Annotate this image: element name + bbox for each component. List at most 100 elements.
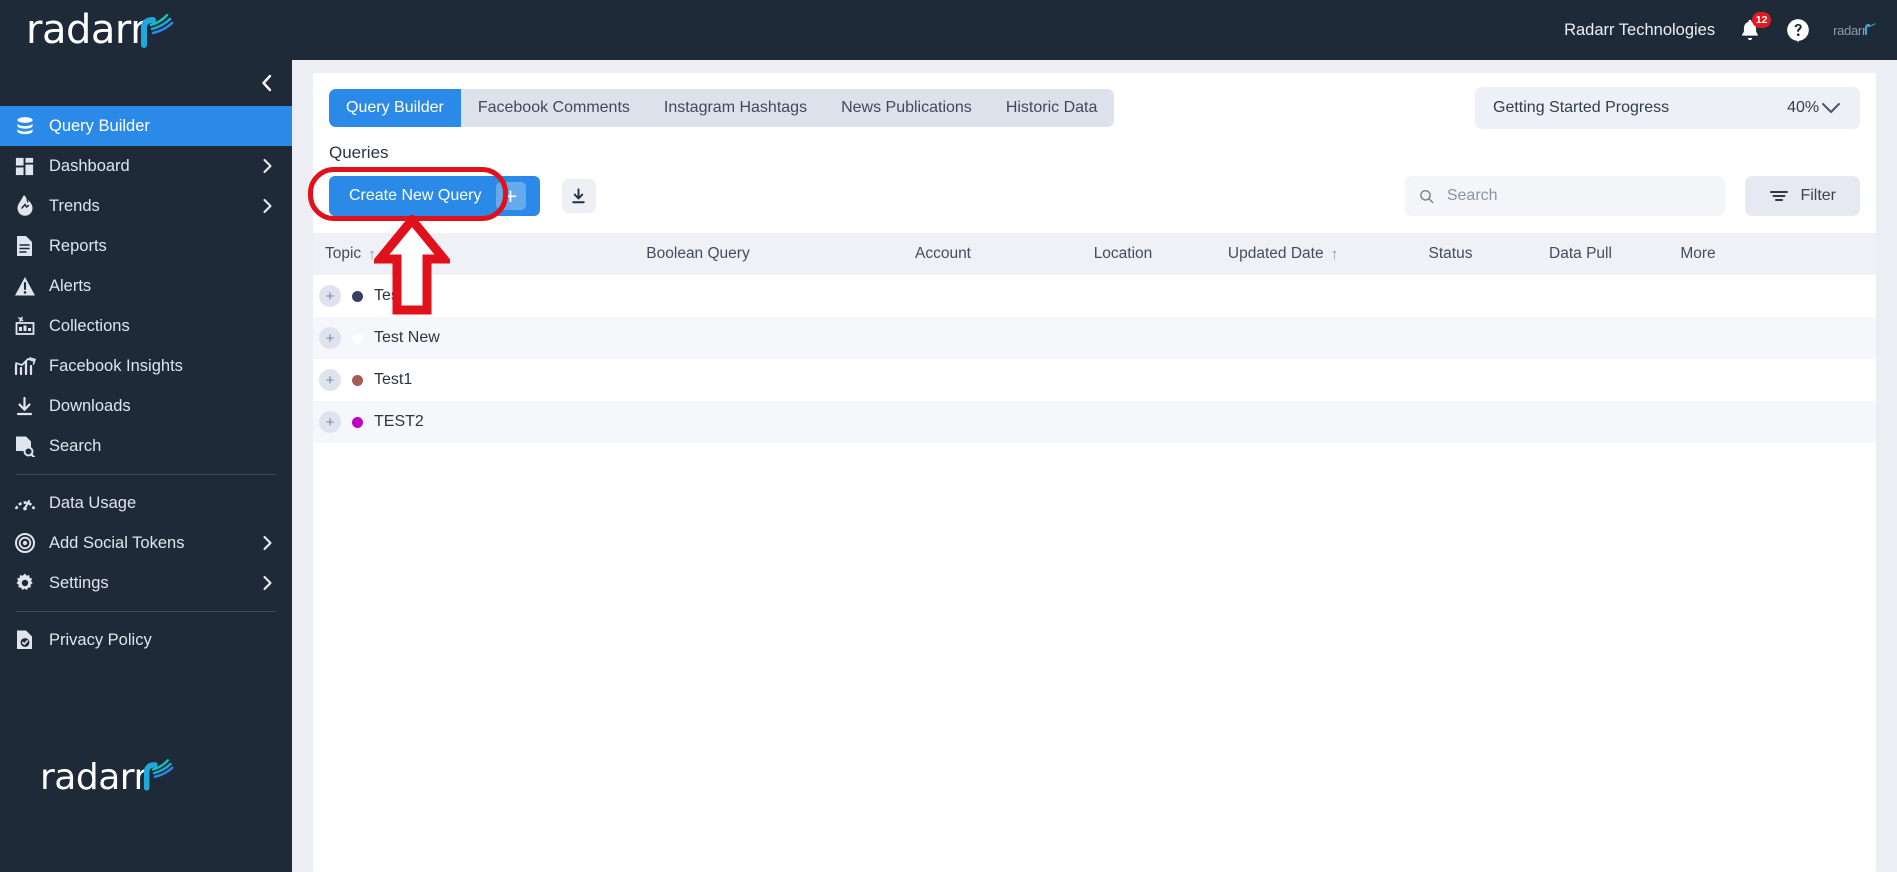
radarr-signal-footer-icon	[143, 759, 176, 796]
sidebar-item-search[interactable]: Search	[0, 426, 292, 466]
chevron-right-icon[interactable]	[260, 575, 274, 591]
column-header-label: Updated Date	[1227, 245, 1324, 262]
radarr-signal-icon	[140, 10, 176, 50]
brand-logo[interactable]: radarr	[26, 10, 176, 50]
table-row[interactable]: + Test New	[313, 317, 1876, 359]
chevron-right-icon[interactable]	[260, 535, 274, 551]
download-icon	[13, 395, 36, 418]
column-header-more[interactable]: More	[1643, 245, 1753, 263]
row-expand-button[interactable]: +	[319, 327, 341, 349]
export-download-button[interactable]	[561, 179, 596, 213]
sidebar-item-label: Alerts	[49, 276, 92, 295]
table-row[interactable]: + TEST2	[313, 401, 1876, 443]
search-box[interactable]	[1405, 176, 1726, 216]
gauge-icon	[13, 492, 36, 515]
warning-icon	[13, 275, 36, 298]
brand-logo-text: radarr	[26, 7, 147, 53]
sidebar-item-trends[interactable]: Trends	[0, 186, 292, 226]
sidebar-collapse-row	[0, 60, 292, 106]
column-header-label: Topic	[325, 245, 362, 262]
cell-topic: + TEST2	[313, 411, 573, 433]
topic-color-dot	[352, 332, 363, 344]
sidebar-item-data-usage[interactable]: Data Usage	[0, 483, 292, 523]
sidebar-item-query-builder[interactable]: Query Builder	[0, 106, 292, 146]
target-icon	[13, 532, 36, 555]
header-mini-logo: radarr	[1833, 23, 1877, 38]
sidebar-item-add-social-tokens[interactable]: Add Social Tokens	[0, 523, 292, 563]
shield-doc-icon	[13, 629, 36, 652]
table-row[interactable]: + Test1	[313, 359, 1876, 401]
topic-name: TEST2	[374, 413, 424, 430]
filter-button[interactable]: Filter	[1745, 176, 1860, 216]
sort-ascending-icon[interactable]: ↑	[368, 246, 376, 263]
column-header-label: Status	[1428, 245, 1473, 262]
column-header-account[interactable]: Account	[823, 245, 1063, 263]
file-search-icon	[13, 435, 36, 458]
create-new-query-label: Create New Query	[349, 187, 482, 204]
column-header-location[interactable]: Location	[1063, 245, 1183, 263]
column-header-data-pull[interactable]: Data Pull	[1518, 245, 1643, 263]
sidebar-item-privacy-policy[interactable]: Privacy Policy	[0, 620, 292, 660]
sidebar-divider	[16, 474, 276, 475]
page-title: Queries	[329, 143, 389, 162]
download-icon	[572, 187, 585, 203]
gear-icon	[13, 572, 36, 595]
tab-historic-data[interactable]: Historic Data	[989, 89, 1115, 127]
help-button[interactable]	[1785, 17, 1811, 43]
sidebar-footer-logo: radarr	[0, 759, 292, 796]
collections-icon	[13, 315, 36, 338]
header-mini-logo-text: radarr	[1833, 22, 1866, 38]
cell-topic: + Test	[313, 285, 573, 307]
sidebar-item-label: Dashboard	[49, 156, 130, 175]
chevron-right-icon[interactable]	[260, 158, 274, 174]
sidebar-item-facebook-insights[interactable]: Facebook Insights	[0, 346, 292, 386]
getting-started-progress[interactable]: Getting Started Progress 40%	[1475, 87, 1860, 129]
sort-ascending-icon[interactable]: ↑	[1331, 246, 1339, 263]
tabs-row: Query Builder Facebook Comments Instagram …	[313, 73, 1876, 129]
column-header-status[interactable]: Status	[1383, 245, 1518, 263]
tab-bar: Query Builder Facebook Comments Instagram …	[329, 89, 1115, 127]
org-name: Radarr Technologies	[1564, 20, 1716, 39]
grid-icon	[13, 155, 36, 178]
topic-color-dot	[352, 374, 363, 386]
sidebar-item-label: Query Builder	[49, 116, 150, 135]
column-header-label: Boolean Query	[646, 245, 750, 262]
sidebar-item-reports[interactable]: Reports	[0, 226, 292, 266]
top-header: radarr Radarr Technologies 12 radarr	[0, 0, 1897, 60]
notifications-button[interactable]: 12	[1737, 12, 1772, 43]
sidebar-item-downloads[interactable]: Downloads	[0, 386, 292, 426]
column-header-updated-date[interactable]: Updated Date ↑	[1183, 245, 1383, 263]
search-input[interactable]	[1446, 187, 1712, 205]
tab-instagram-hashtags[interactable]: Instagram Hashtags	[647, 89, 824, 127]
radarr-signal-mini-icon	[1864, 22, 1877, 38]
sidebar-item-collections[interactable]: Collections	[0, 306, 292, 346]
chevron-right-icon[interactable]	[260, 198, 274, 214]
sidebar-item-dashboard[interactable]: Dashboard	[0, 146, 292, 186]
tab-facebook-comments[interactable]: Facebook Comments	[461, 89, 647, 127]
tab-news-publications[interactable]: News Publications	[824, 89, 989, 127]
sidebar-item-label: Facebook Insights	[49, 356, 183, 375]
chevron-down-icon	[1822, 103, 1840, 113]
tab-query-builder[interactable]: Query Builder	[329, 89, 461, 127]
column-header-topic[interactable]: Topic ↑	[313, 245, 573, 263]
filter-icon	[1770, 191, 1789, 201]
table-row[interactable]: + Test	[313, 275, 1876, 317]
document-icon	[13, 235, 36, 258]
sidebar-item-alerts[interactable]: Alerts	[0, 266, 292, 306]
notification-badge: 12	[1752, 12, 1772, 28]
topic-color-dot	[352, 416, 363, 428]
column-header-boolean-query[interactable]: Boolean Query	[573, 245, 823, 263]
sidebar-collapse-button[interactable]	[256, 72, 278, 94]
row-expand-button[interactable]: +	[319, 285, 341, 307]
sidebar-item-settings[interactable]: Settings	[0, 563, 292, 603]
progress-expand-button[interactable]	[1820, 101, 1842, 115]
sidebar-divider	[16, 611, 276, 612]
database-icon	[13, 115, 36, 138]
chevron-right-icon	[262, 575, 272, 591]
row-expand-button[interactable]: +	[319, 369, 341, 391]
row-expand-button[interactable]: +	[319, 411, 341, 433]
plus-icon: +	[495, 182, 526, 210]
column-header-label: Account	[914, 245, 971, 262]
create-new-query-button[interactable]: Create New Query +	[329, 176, 540, 216]
sidebar-item-label: Data Usage	[49, 493, 137, 512]
